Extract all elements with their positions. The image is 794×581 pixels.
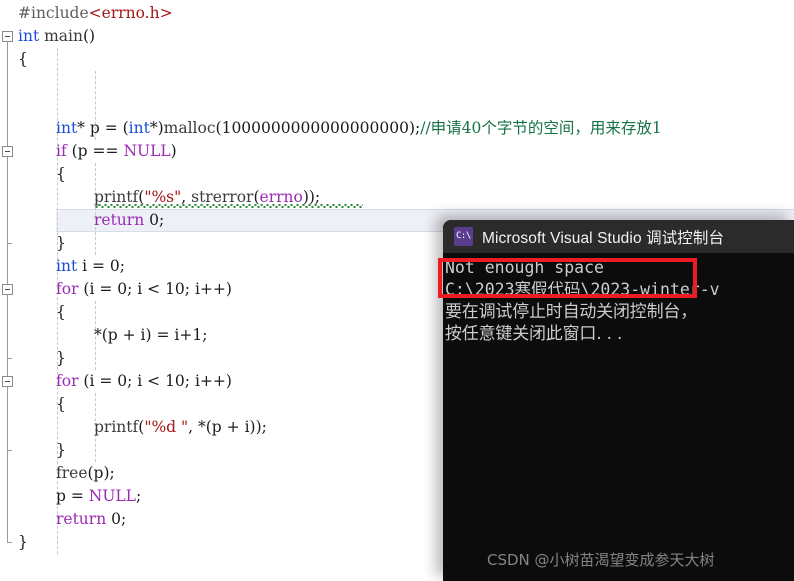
- code-line-text: #include<errno.h>: [18, 2, 173, 25]
- code-line-text: }: [56, 439, 66, 462]
- code-token: (i = 0; i < 10; i++): [78, 372, 232, 390]
- console-title-bar[interactable]: C:\ Microsoft Visual Studio 调试控制台: [443, 220, 794, 253]
- code-token: for: [56, 372, 79, 390]
- console-output-area[interactable]: Not enough space C:\2023寒假代码\2023-winter-…: [443, 253, 794, 581]
- editor-fold-margin[interactable]: [0, 0, 18, 581]
- code-token: free: [56, 464, 88, 482]
- collapse-toggle-icon[interactable]: [2, 146, 13, 157]
- code-token: }: [56, 441, 66, 459]
- collapse-toggle-icon[interactable]: [2, 376, 13, 387]
- code-token: ;: [135, 487, 142, 505]
- code-line[interactable]: #include<errno.h>: [0, 2, 794, 25]
- collapse-toggle-icon[interactable]: [2, 284, 13, 295]
- code-token: 0;: [106, 510, 127, 528]
- code-line[interactable]: [0, 71, 794, 94]
- code-token: return: [94, 211, 145, 229]
- code-token: }: [56, 349, 66, 367]
- code-token: , *(p + i));: [188, 418, 267, 436]
- console-output-line: 要在调试停止时自动关闭控制台，: [445, 302, 697, 322]
- code-token: }: [18, 533, 28, 551]
- fold-rail-end: [7, 243, 12, 244]
- code-token: int: [56, 119, 78, 137]
- code-line-text: printf("%d ", *(p + i));: [94, 416, 267, 439]
- fold-rail: [7, 295, 8, 358]
- code-line-text: free(p);: [56, 462, 115, 485]
- code-token: {: [56, 303, 66, 321]
- console-window-title: Microsoft Visual Studio 调试控制台: [482, 229, 725, 247]
- code-token: #include: [18, 4, 89, 22]
- code-token: (i = 0; i < 10; i++): [78, 280, 232, 298]
- code-token: (1000000000000000000);: [215, 119, 421, 137]
- code-token: "%d ": [144, 418, 189, 436]
- console-output-line: 按任意键关闭此窗口. . .: [445, 324, 623, 344]
- warning-squiggle-underline: [95, 204, 363, 208]
- code-token: * p = (: [77, 119, 129, 137]
- code-line[interactable]: [0, 94, 794, 117]
- code-token: return: [56, 510, 107, 528]
- code-token: p =: [56, 487, 89, 505]
- code-token: //申请40个字节的空间，用来存放1: [420, 119, 662, 137]
- code-token: int: [56, 257, 78, 275]
- code-token: int: [128, 119, 150, 137]
- cmd-icon: C:\: [454, 227, 473, 246]
- code-line-text: }: [56, 347, 66, 370]
- code-line-text: int main(): [18, 25, 95, 48]
- code-line-text: int* p = (int*)malloc(100000000000000000…: [56, 117, 662, 140]
- code-token: *(p + i) = i+1;: [94, 326, 208, 344]
- fold-rail: [7, 387, 8, 450]
- code-token: NULL: [123, 142, 171, 160]
- fold-rail-end: [7, 450, 12, 451]
- fold-rail: [7, 157, 8, 243]
- code-token: if: [56, 142, 67, 160]
- code-line-text: }: [18, 531, 28, 554]
- code-token: 0;: [144, 211, 165, 229]
- code-line-text: *(p + i) = i+1;: [94, 324, 207, 347]
- code-line[interactable]: {: [0, 163, 794, 186]
- code-token: int: [18, 27, 40, 45]
- code-line-text: {: [56, 393, 66, 416]
- code-line[interactable]: int* p = (int*)malloc(100000000000000000…: [0, 117, 794, 140]
- code-line-text: }: [56, 232, 66, 255]
- code-token: for: [56, 280, 79, 298]
- console-output-line: C:\2023寒假代码\2023-winter-v: [445, 280, 720, 299]
- code-token: main: [44, 27, 83, 45]
- code-token: i = 0;: [77, 257, 125, 275]
- code-line[interactable]: if (p == NULL): [0, 140, 794, 163]
- code-line[interactable]: int main(): [0, 25, 794, 48]
- code-line-text: return 0;: [56, 508, 126, 531]
- code-line-text: if (p == NULL): [56, 140, 177, 163]
- screenshot-root: #include<errno.h> int main(){int* p = (in…: [0, 0, 794, 581]
- code-line-text: {: [56, 301, 66, 324]
- csdn-watermark: CSDN @小树苗渴望变成参天大树: [487, 551, 715, 569]
- fold-rail-end: [7, 358, 12, 359]
- code-token: *): [149, 119, 164, 137]
- code-line-text: {: [56, 163, 66, 186]
- code-line-text: return 0;: [94, 209, 164, 232]
- code-token: printf: [94, 418, 139, 436]
- debug-console-window[interactable]: C:\ Microsoft Visual Studio 调试控制台 Not en…: [443, 220, 794, 581]
- code-token: {: [18, 50, 28, 68]
- code-line-text: int i = 0;: [56, 255, 125, 278]
- console-output-line: Not enough space: [445, 258, 604, 277]
- code-token: }: [56, 234, 66, 252]
- code-token: {: [56, 395, 66, 413]
- code-token: {: [56, 165, 66, 183]
- code-line[interactable]: {: [0, 48, 794, 71]
- code-token: NULL: [88, 487, 136, 505]
- code-token: malloc: [163, 119, 216, 137]
- code-line-text: {: [18, 48, 28, 71]
- code-token: (): [83, 27, 96, 45]
- cmd-icon-glyph: C:\: [456, 231, 471, 241]
- code-token: (p ==: [66, 142, 124, 160]
- code-token: (p);: [87, 464, 115, 482]
- code-token: ): [170, 142, 177, 160]
- collapse-toggle-icon[interactable]: [2, 31, 13, 42]
- code-line-text: for (i = 0; i < 10; i++): [56, 278, 232, 301]
- code-line-text: p = NULL;: [56, 485, 141, 508]
- fold-rail-end: [7, 542, 12, 543]
- code-token: <errno.h>: [88, 4, 173, 22]
- code-line-text: for (i = 0; i < 10; i++): [56, 370, 232, 393]
